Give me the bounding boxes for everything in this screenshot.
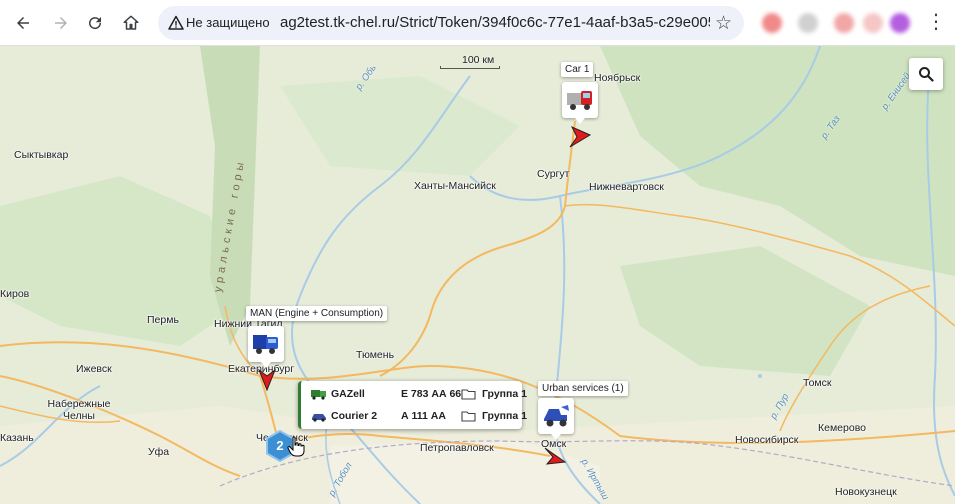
vehicle-label[interactable]: Car 1 [561, 62, 594, 77]
city-label: Новокузнецк [835, 486, 897, 498]
vehicle-plate: А 111 АА [401, 410, 446, 422]
city-label: Ижевск [76, 363, 112, 375]
city-label: Ханты-Мансийск [414, 180, 496, 192]
browser-toolbar: Не защищено ag2test.tk-chel.ru/Strict/To… [0, 0, 955, 46]
vehicle-label[interactable]: Urban services (1) [538, 381, 628, 396]
forward-icon[interactable] [46, 8, 76, 38]
folder-icon [461, 389, 476, 400]
city-label: Ноябрьск [594, 72, 641, 84]
security-status[interactable]: Не защищено [186, 15, 270, 30]
city-label: Набережные Челны [47, 398, 111, 422]
extension-icon[interactable] [798, 13, 818, 33]
vehicle-direction-arrow[interactable] [541, 442, 569, 470]
city-label: Пермь [147, 314, 179, 326]
scale-bar [440, 66, 500, 69]
green-truck-icon [311, 390, 326, 400]
city-label: Сыктывкар [14, 149, 69, 161]
blue-loader-icon[interactable] [538, 398, 574, 440]
reload-icon[interactable] [80, 8, 110, 38]
city-label: Кемерово [818, 422, 866, 434]
scale-label: 100 км [462, 54, 495, 66]
red-truck-icon[interactable] [562, 82, 598, 124]
city-label: Петропавловск [420, 442, 494, 454]
city-label: Томск [803, 377, 832, 389]
address-bar[interactable]: Не защищено ag2test.tk-chel.ru/Strict/To… [158, 6, 744, 40]
warning-icon [168, 15, 184, 30]
profile-avatar[interactable] [890, 13, 910, 33]
cluster-item[interactable]: GAZell Е 783 АА 66 Группа 1 [309, 385, 527, 403]
city-label: Нижневартовск [589, 181, 664, 193]
extension-icon[interactable] [863, 13, 883, 33]
vehicle-direction-arrow[interactable] [253, 366, 281, 394]
vehicle-group: Группа 1 [482, 410, 527, 422]
vehicle-group: Группа 1 [482, 388, 527, 400]
extension-icon[interactable] [762, 13, 782, 33]
cluster-item[interactable]: Courier 2 А 111 АА Группа 1 [309, 407, 527, 425]
map-canvas[interactable]: 100 км Сыктывкар Ханты-Мансийск Сургут Н… [0, 46, 955, 504]
map-search-button[interactable] [909, 58, 943, 90]
blue-truck-icon[interactable] [248, 326, 284, 368]
map-background [0, 46, 955, 504]
vehicle-name: GAZell [331, 388, 365, 400]
vehicle-plate: Е 783 АА 66 [401, 388, 462, 400]
bookmark-star-icon[interactable]: ☆ [715, 12, 732, 35]
vehicle-label[interactable]: MAN (Engine + Consumption) [246, 306, 388, 321]
vehicle-direction-arrow[interactable] [566, 123, 594, 151]
cluster-popup[interactable]: GAZell Е 783 АА 66 Группа 1 Courier 2 А … [298, 381, 527, 429]
city-label: Новосибирск [735, 434, 799, 446]
city-label: Казань [0, 432, 34, 444]
back-icon[interactable] [8, 8, 38, 38]
search-icon [919, 67, 934, 82]
city-label: Сургут [537, 168, 570, 180]
extension-icon[interactable] [834, 13, 854, 33]
city-label: Тюмень [356, 349, 395, 361]
hand-cursor-icon [287, 436, 305, 457]
vehicle-name: Courier 2 [331, 410, 378, 422]
home-icon[interactable] [116, 8, 146, 38]
car-icon [312, 414, 326, 422]
url-text[interactable]: ag2test.tk-chel.ru/Strict/Token/394f0c6c… [280, 14, 710, 31]
city-label: Уфа [148, 446, 170, 458]
city-label: Киров [0, 288, 30, 300]
menu-kebab-icon[interactable]: ⋮ [926, 10, 946, 36]
folder-icon [461, 411, 476, 422]
